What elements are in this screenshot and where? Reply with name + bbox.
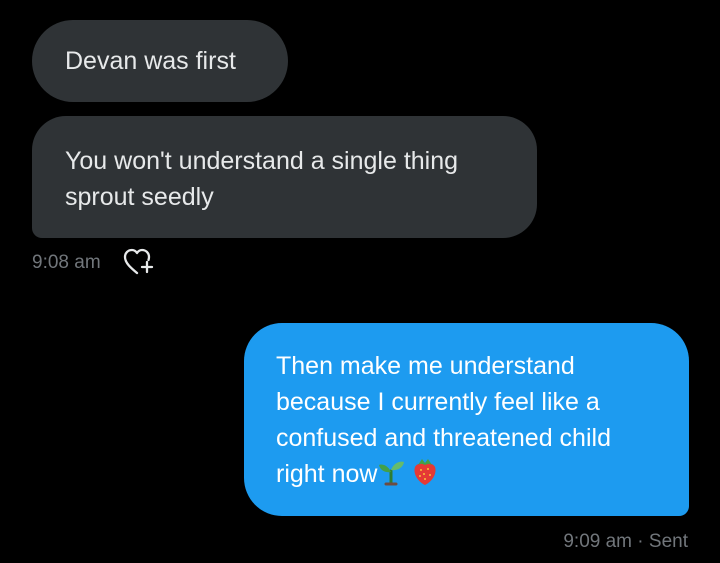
message-last-line: right now <box>276 456 669 496</box>
message-bubble-incoming[interactable]: Devan was first <box>32 20 288 102</box>
message-text: Then make me understand <box>276 352 575 380</box>
message-text: confused and threatened child <box>276 424 611 452</box>
message-status: 9:09 am · Sent <box>563 531 688 553</box>
seedling-icon <box>377 458 405 496</box>
message-text: sprout seedly <box>65 183 214 211</box>
message-timestamp: 9:08 am <box>32 252 101 273</box>
heart-plus-icon[interactable] <box>122 247 156 277</box>
sent-status: Sent <box>648 531 688 552</box>
message-text: You won't understand a single thing <box>65 147 459 175</box>
message-text: right now <box>276 460 378 488</box>
strawberry-icon <box>411 456 439 496</box>
message-bubble-outgoing[interactable]: Then make me understand because I curren… <box>244 323 689 516</box>
message-bubble-incoming[interactable]: You won't understand a single thing spro… <box>32 116 537 238</box>
message-text: because I currently feel like a <box>276 388 600 416</box>
message-text: Devan was first <box>65 47 236 75</box>
message-timestamp: 9:09 am <box>563 531 633 552</box>
separator: · <box>632 531 649 552</box>
